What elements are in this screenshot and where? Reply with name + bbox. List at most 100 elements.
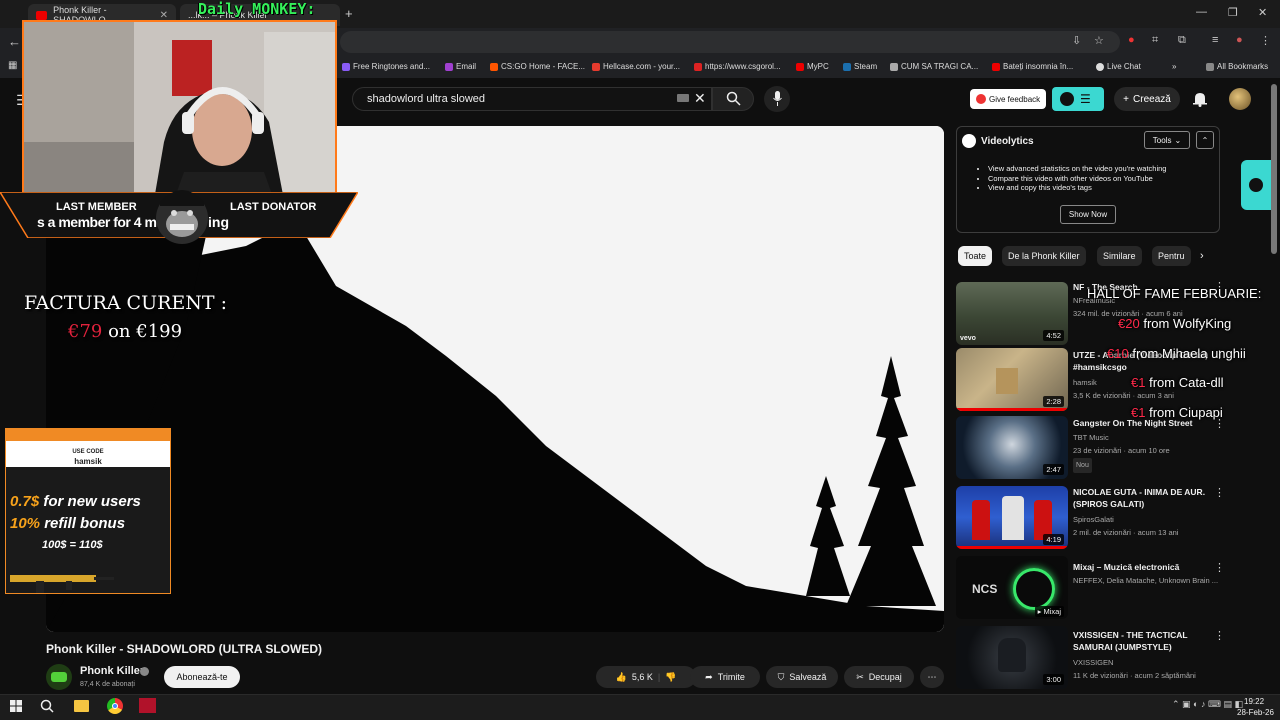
save-button[interactable]: ⛉ Salvează <box>766 666 838 688</box>
search-input[interactable]: shadowlord ultra slowed <box>352 87 712 111</box>
notifications-bell-icon[interactable] <box>1193 91 1207 107</box>
clip-button[interactable]: ✂ Decupaj <box>844 666 914 688</box>
like-dislike-group: 👍 5,6 K | 👎 <box>596 666 696 688</box>
channel-link[interactable]: VXISSIGEN <box>1073 656 1113 669</box>
video-thumbnail[interactable]: 4:19 <box>956 486 1068 549</box>
minimize-icon[interactable]: — <box>1196 6 1207 18</box>
tools-dropdown[interactable]: Tools ⌄ <box>1144 131 1190 149</box>
bookmark-star-icon[interactable]: ☆ <box>1094 34 1104 47</box>
share-button[interactable]: ➦ Trimite <box>690 666 760 688</box>
last-member-text: s a member for 4 m <box>37 214 157 230</box>
video-title: Phonk Killer - SHADOWLORD (ULTRA SLOWED) <box>46 642 322 656</box>
video-thumbnail[interactable]: vevo 4:52 <box>956 282 1068 345</box>
channel-link[interactable]: SpirosGalati <box>1073 513 1114 526</box>
maximize-icon[interactable]: ❐ <box>1228 6 1238 19</box>
channel-name[interactable]: Phonk Killer <box>80 665 144 677</box>
keyboard-icon[interactable] <box>677 94 689 102</box>
video-meta: 11 K de vizionări · acum 2 săptămâni <box>1073 671 1196 680</box>
chip-for-you[interactable]: Pentru <box>1152 246 1191 266</box>
promo-line: 0.7$ for new users <box>10 493 141 510</box>
folder-icon <box>1206 62 1214 71</box>
bookmark-item[interactable]: Free Ringtones and... <box>342 62 430 71</box>
extensions-puzzle-icon[interactable]: ⧉ <box>1178 34 1186 47</box>
subscribe-button[interactable]: Abonează-te <box>164 666 240 688</box>
more-actions-icon[interactable]: ⋯ <box>920 666 944 688</box>
video-thumbnail[interactable]: 3:00 <box>956 626 1068 689</box>
file-explorer-icon[interactable] <box>74 700 89 712</box>
chip-similar[interactable]: Similare <box>1097 246 1142 266</box>
video-thumbnail[interactable]: 2:28 <box>956 348 1068 411</box>
last-member-label: LAST MEMBER <box>56 201 137 213</box>
thumbs-down-icon[interactable]: 👎 <box>665 672 676 683</box>
bookmark-favicon-icon <box>890 62 898 71</box>
channel-link[interactable]: hamsik <box>1073 376 1097 389</box>
bookmark-item[interactable]: CS:GO Home - FACE... <box>490 62 585 71</box>
bookmark-item[interactable]: Email <box>445 62 476 71</box>
account-avatar[interactable] <box>1229 88 1251 110</box>
video-menu-icon[interactable]: ⋮ <box>1214 629 1225 642</box>
bookmark-item[interactable]: CUM SA TRAGI CA... <box>890 62 978 71</box>
videolytics-header-button[interactable]: ☰ <box>1052 87 1104 111</box>
video-title-link[interactable]: Mixaj – Muzică electronică <box>1073 561 1211 573</box>
url-input[interactable] <box>340 31 1120 53</box>
bookmark-favicon-icon <box>843 62 851 71</box>
gorilla-mascot-icon <box>156 190 208 244</box>
duration-badge: 2:28 <box>1043 396 1064 407</box>
video-menu-icon[interactable]: ⋮ <box>1214 486 1225 499</box>
divider: | <box>657 672 661 682</box>
bookmark-favicon-icon <box>796 62 804 71</box>
like-button[interactable]: 👍 5,6 K <box>616 672 653 683</box>
install-app-icon[interactable]: ⇩ <box>1072 34 1081 47</box>
show-now-button[interactable]: Show Now <box>1060 205 1116 224</box>
bookmark-item[interactable]: Steam <box>843 62 877 71</box>
close-window-icon[interactable]: ✕ <box>1258 6 1267 19</box>
system-tray-icons[interactable]: ⌃ ▣ ◐ ♪ ⌨ ▤ ◧ <box>1172 699 1243 710</box>
page-scrollbar[interactable] <box>1271 84 1277 254</box>
bookmark-item[interactable]: Live Chat <box>1096 62 1141 71</box>
profile-icon[interactable]: ● <box>1236 34 1243 46</box>
bookmarks-overflow-icon[interactable]: » <box>1172 62 1176 71</box>
video-thumbnail[interactable]: NCS ▸ Mixaj <box>956 556 1068 619</box>
video-thumbnail[interactable]: 2:47 <box>956 416 1068 479</box>
chip-all[interactable]: Toate <box>958 246 993 266</box>
electric-bill-progress: €79 on €199 <box>68 321 182 342</box>
clock-time[interactable]: 19:22 <box>1244 697 1264 706</box>
video-title-link[interactable]: VXISSIGEN - THE TACTICAL SAMURAI (JUMPST… <box>1073 629 1211 653</box>
stream-overlay-title: Daily MONKEY: <box>198 0 316 18</box>
chip-from-channel[interactable]: De la Phonk Killer <box>1002 246 1086 266</box>
back-arrow-icon[interactable]: ← <box>8 34 21 49</box>
menu-dots-icon[interactable]: ⋮ <box>1260 34 1271 47</box>
bookmark-item[interactable]: Bateți insomnia în... <box>992 62 1073 71</box>
subscriber-count: 87,4 K de abonați <box>80 681 135 688</box>
video-menu-icon[interactable]: ⋮ <box>1214 561 1225 574</box>
all-bookmarks-button[interactable]: All Bookmarks <box>1206 62 1268 71</box>
media-control-icon[interactable]: ≡ <box>1212 34 1218 46</box>
bookmark-item[interactable]: https://www.csgorol... <box>694 62 781 71</box>
hall-of-fame-entry: €1 from Cata-dll <box>1131 375 1224 390</box>
create-button[interactable]: + Creează <box>1114 87 1180 111</box>
apps-grid-icon[interactable]: ▦ <box>8 60 17 71</box>
taskbar-search-icon[interactable] <box>40 699 54 713</box>
windows-start-icon[interactable] <box>10 700 22 712</box>
thumbnail-box <box>996 368 1018 394</box>
extension-icon[interactable]: ● <box>1128 34 1135 46</box>
extension-icon[interactable]: ⌗ <box>1152 34 1158 47</box>
bookmark-item[interactable]: Hellcase.com - your... <box>592 62 680 71</box>
clock-date[interactable]: 28-Feb-26 <box>1237 708 1274 717</box>
new-tab-icon[interactable]: + <box>345 6 353 21</box>
bookmark-favicon-icon <box>992 62 1000 71</box>
chevron-down-icon: ⌄ <box>1174 135 1182 145</box>
share-arrow-icon: ➦ <box>705 671 713 682</box>
channel-avatar[interactable] <box>46 664 72 690</box>
stream-app-icon[interactable] <box>139 698 156 713</box>
chevron-right-icon[interactable]: › <box>1200 250 1204 262</box>
videolytics-side-tab[interactable] <box>1241 160 1271 210</box>
video-title-link[interactable]: NICOLAE GUTA - INIMA DE AUR. (SPIROS GAL… <box>1073 486 1211 510</box>
tab-close-icon[interactable]: ✕ <box>160 10 168 21</box>
chevron-up-icon[interactable]: ⌃ <box>1196 131 1214 149</box>
rifle-image-icon <box>10 575 114 593</box>
clear-search-icon[interactable]: ✕ <box>694 90 706 107</box>
bookmark-item[interactable]: MyPC <box>796 62 829 71</box>
give-feedback-button[interactable]: Give feedback <box>970 89 1046 109</box>
channel-link[interactable]: TBT Music <box>1073 431 1109 444</box>
